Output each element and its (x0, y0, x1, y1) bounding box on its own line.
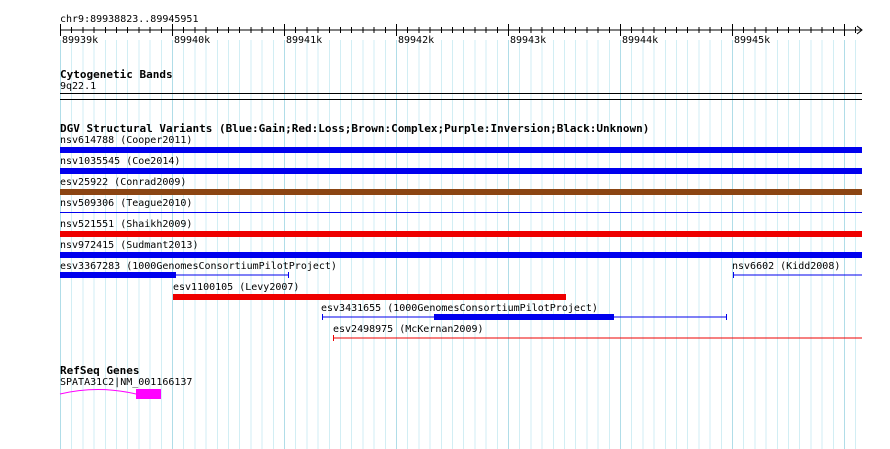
ruler-tick-label: 89940k (174, 35, 211, 46)
variant-bar[interactable] (173, 294, 566, 300)
ruler-tick-label: 89944k (622, 35, 659, 46)
variant-line[interactable] (60, 212, 862, 213)
variant-glyph[interactable] (320, 333, 870, 343)
variant-glyph[interactable] (0, 270, 300, 280)
cytoband-track-title[interactable]: Cytogenetic Bands (60, 68, 173, 81)
ruler-tick-label: 89943k (510, 35, 547, 46)
genome-browser-panel: chr9:89938823..89945951 89939k 89940k 89… (0, 0, 890, 449)
variant-bar[interactable] (60, 147, 862, 153)
cytoband-ideogram[interactable] (0, 92, 890, 102)
ruler-tick-label: 89941k (286, 35, 323, 46)
variant-glyph[interactable] (720, 270, 870, 280)
ruler-scale (60, 24, 863, 36)
ruler-tick-label: 89939k (62, 35, 99, 46)
variant-label: esv25922 (Conrad2009) (60, 177, 187, 188)
variant-glyph[interactable] (300, 312, 750, 322)
variant-bar[interactable] (60, 189, 862, 195)
variant-label: nsv509306 (Teague2010) (60, 198, 193, 209)
variant-bar[interactable] (60, 252, 862, 258)
variant-label: nsv1035545 (Coe2014) (60, 156, 181, 167)
gene-model[interactable] (0, 386, 200, 402)
variant-bar[interactable] (60, 231, 862, 237)
variant-label: nsv614788 (Cooper2011) (60, 135, 193, 146)
variant-label: esv1100105 (Levy2007) (173, 282, 300, 293)
ruler-tick-label: 89942k (398, 35, 435, 46)
variant-bar[interactable] (60, 168, 862, 174)
dgv-track-title[interactable]: DGV Structural Variants (Blue:Gain;Red:L… (60, 122, 649, 135)
refseq-track-title[interactable]: RefSeq Genes (60, 364, 139, 377)
variant-label: nsv972415 (Sudmant2013) (60, 240, 199, 251)
variant-label: nsv521551 (Shaikh2009) (60, 219, 193, 230)
ruler-tick-label: 89945k (734, 35, 771, 46)
